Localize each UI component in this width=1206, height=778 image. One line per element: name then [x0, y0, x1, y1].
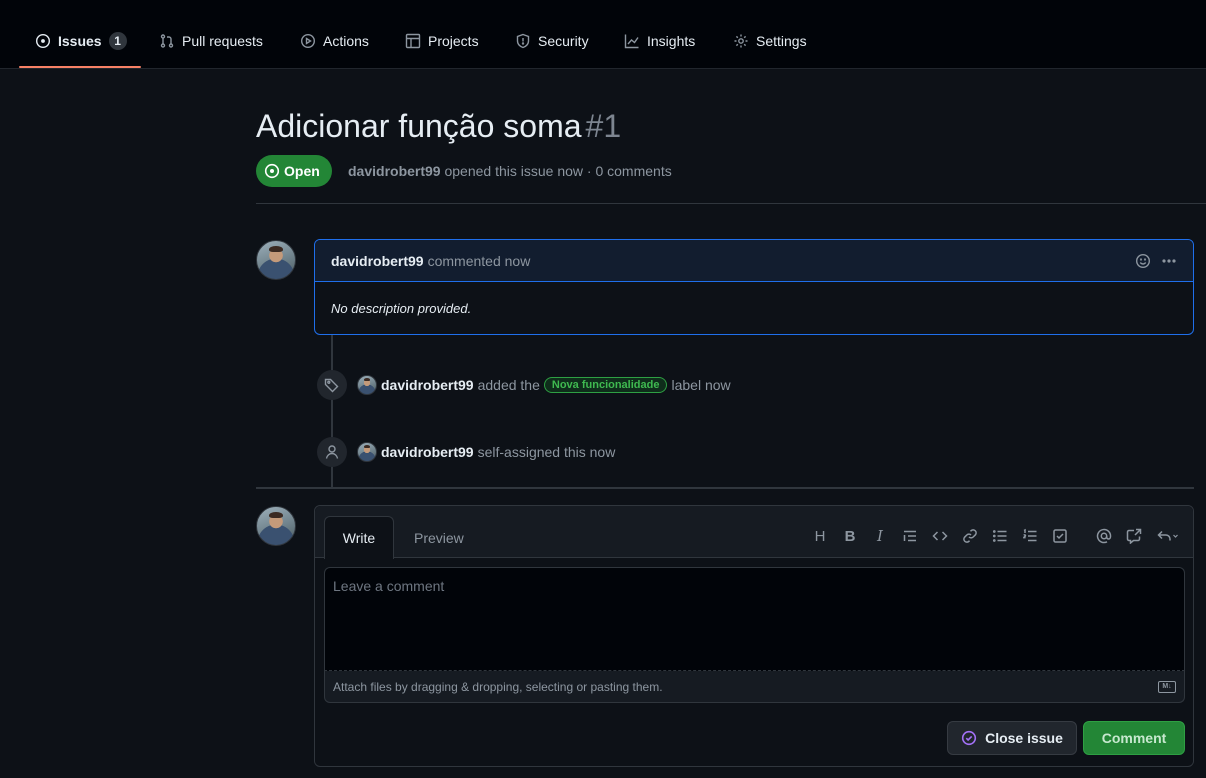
tab-actions-label: Actions [323, 33, 369, 49]
person-icon [325, 445, 339, 459]
state-badge: Open [256, 155, 332, 187]
state-label: Open [284, 163, 320, 179]
tab-insights[interactable]: Insights [624, 26, 695, 56]
issue-author-link[interactable]: davidrobert99 [348, 163, 441, 179]
tab-insights-label: Insights [647, 33, 696, 49]
markdown-toolbar: H B I [801, 526, 1183, 546]
markdown-icon[interactable]: M↓ [1158, 680, 1176, 693]
tab-projects-label: Projects [428, 33, 479, 49]
repo-nav: Issues 1 Pull requests Actions Projects … [0, 0, 1206, 69]
cross-reference-icon [1126, 528, 1142, 544]
event-text: self-assigned this now [477, 444, 616, 460]
tab-preview[interactable]: Preview [414, 530, 464, 546]
avatar[interactable] [256, 240, 296, 280]
quote-icon [903, 530, 916, 542]
graph-icon [624, 34, 639, 49]
code-icon [932, 531, 948, 541]
event-text: added the [477, 377, 540, 393]
attach-files-bar[interactable]: Attach files by dragging & dropping, sel… [324, 671, 1185, 703]
link-button[interactable] [959, 526, 981, 546]
event-actor-link[interactable]: davidrobert99 [381, 444, 474, 460]
issue-opened-icon [264, 163, 280, 179]
shield-icon [516, 33, 530, 49]
comment-action: commented now [427, 252, 531, 269]
tab-pull-requests[interactable]: Pull requests [159, 26, 263, 56]
timeline-event-labeled: davidrobert99 added the Nova funcionalid… [317, 370, 731, 400]
person-icon-badge [317, 437, 347, 467]
reply-icon [1157, 530, 1178, 541]
link-icon [963, 529, 977, 543]
issue-closed-icon [961, 730, 977, 746]
smiley-icon[interactable] [1135, 253, 1151, 269]
tab-issues-label: Issues [58, 33, 102, 49]
tag-icon [324, 378, 339, 393]
tab-settings[interactable]: Settings [733, 26, 807, 56]
label-pill[interactable]: Nova funcionalidade [543, 377, 668, 393]
tab-issues[interactable]: Issues 1 [35, 26, 127, 56]
task-list-button[interactable] [1049, 526, 1071, 546]
mention-icon [1096, 528, 1112, 544]
timeline-divider [256, 487, 1194, 489]
tab-security[interactable]: Security [515, 26, 589, 56]
event-actor-link[interactable]: davidrobert99 [381, 377, 474, 393]
comment-textarea[interactable] [324, 567, 1185, 671]
tab-settings-label: Settings [756, 33, 807, 49]
tab-pull-requests-label: Pull requests [182, 33, 263, 49]
bold-button[interactable]: B [839, 526, 861, 546]
avatar[interactable] [357, 375, 377, 395]
tab-write[interactable]: Write [324, 516, 394, 559]
mention-button[interactable] [1093, 526, 1115, 546]
list-unordered-icon [992, 530, 1007, 542]
ordered-list-button[interactable] [1019, 526, 1041, 546]
issue-comment: davidrobert99 commented now No descripti… [314, 239, 1194, 335]
kebab-horizontal-icon[interactable] [1161, 253, 1177, 269]
play-icon [300, 33, 316, 49]
header-divider [256, 203, 1206, 204]
issue-meta: davidrobert99 opened this issue now · 0 … [348, 163, 672, 179]
timeline-event-assigned: davidrobert99 self-assigned this now [317, 437, 615, 467]
comment-author-link[interactable]: davidrobert99 [331, 253, 424, 269]
editor-header: Write Preview H B I [315, 506, 1193, 559]
tab-security-label: Security [538, 33, 589, 49]
quote-button[interactable] [899, 526, 921, 546]
unordered-list-button[interactable] [989, 526, 1011, 546]
close-issue-button[interactable]: Close issue [947, 721, 1077, 755]
close-issue-label: Close issue [985, 730, 1063, 746]
tab-actions[interactable]: Actions [300, 26, 369, 56]
cross-reference-button[interactable] [1123, 526, 1145, 546]
issue-title-text: Adicionar função soma [256, 108, 582, 144]
tab-projects[interactable]: Projects [405, 26, 479, 56]
issues-counter: 1 [108, 32, 127, 50]
issue-meta-text: opened this issue now · 0 comments [444, 163, 672, 179]
new-comment-editor: Write Preview H B I Attach files by drag… [314, 505, 1194, 767]
list-ordered-icon [1023, 528, 1037, 542]
tag-icon-badge [317, 370, 347, 400]
issue-number: #1 [585, 108, 622, 144]
comment-button[interactable]: Comment [1083, 721, 1185, 755]
attach-files-text: Attach files by dragging & dropping, sel… [333, 679, 663, 694]
issue-title: Adicionar função soma #1 [256, 108, 621, 145]
heading-button[interactable]: H [809, 526, 831, 546]
avatar[interactable] [256, 506, 296, 546]
gear-icon [734, 34, 748, 48]
active-tab-underline [19, 66, 141, 68]
git-pull-request-icon [160, 34, 174, 48]
tasklist-icon [1053, 529, 1067, 543]
issue-opened-icon [35, 33, 51, 49]
table-icon [405, 33, 421, 49]
code-button[interactable] [929, 526, 951, 546]
italic-button[interactable]: I [869, 526, 891, 546]
saved-replies-button[interactable] [1153, 526, 1183, 546]
comment-body: No description provided. [331, 301, 472, 316]
avatar[interactable] [357, 442, 377, 462]
event-text-after: label now [671, 377, 731, 393]
comment-header: davidrobert99 commented now [315, 240, 1193, 282]
